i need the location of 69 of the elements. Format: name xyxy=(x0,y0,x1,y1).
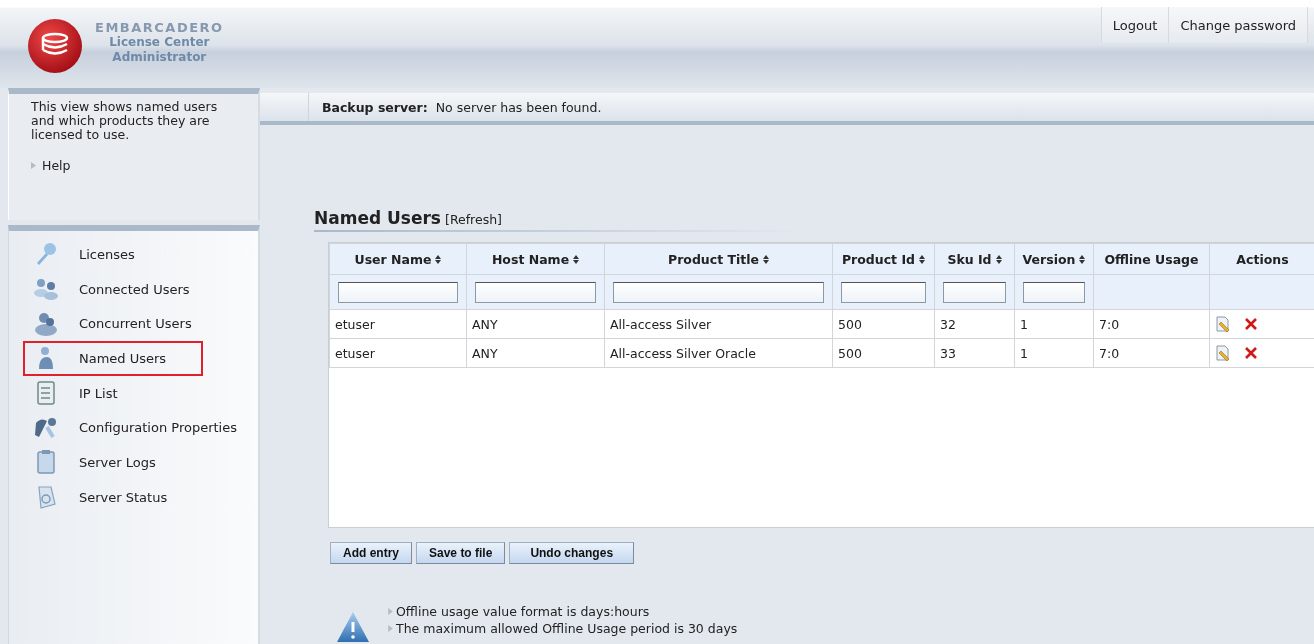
help-link[interactable]: Help xyxy=(42,158,71,173)
backup-label: Backup server: xyxy=(322,99,428,115)
nav-item[interactable]: Server Logs xyxy=(23,445,203,480)
table-cell: etuser xyxy=(329,309,467,339)
note-text: Offline usage value format is days:hours xyxy=(396,604,650,619)
sort-icon xyxy=(1079,254,1086,264)
table-cell: All-access Silver xyxy=(604,309,833,339)
sort-icon xyxy=(995,254,1002,264)
bullet-icon xyxy=(388,608,393,615)
product-name: Administrator xyxy=(112,49,207,65)
table-cell: 7:0 xyxy=(1093,338,1210,368)
sortable-column-header[interactable]: Product Id xyxy=(832,243,935,275)
table-cell: 500 xyxy=(832,338,935,368)
sort-icon xyxy=(573,254,580,264)
sortable-column-header[interactable]: Product Title xyxy=(604,243,833,275)
section-title: Named Users xyxy=(314,208,441,228)
filter-field[interactable] xyxy=(1023,281,1085,303)
table-cell: 1 xyxy=(1014,309,1094,339)
action-button[interactable]: Undo changes xyxy=(509,542,635,564)
sort-icon xyxy=(435,254,442,264)
nav-item[interactable]: IP List xyxy=(23,375,203,411)
sortable-column-header[interactable]: Host Name xyxy=(466,243,605,275)
table-cell: 1 xyxy=(1014,338,1094,368)
note-text: The maximum allowed Offline Usage period is 30 days xyxy=(396,621,738,636)
filter-field[interactable] xyxy=(338,281,458,303)
table-cell: 7:0 xyxy=(1093,309,1210,339)
sortable-column-header[interactable]: Version xyxy=(1014,243,1094,275)
refresh-link[interactable]: [Refresh] xyxy=(445,212,502,227)
nav-item[interactable]: Server Status xyxy=(23,479,203,515)
warning-icon xyxy=(336,610,370,644)
filter-field[interactable] xyxy=(613,281,824,303)
filter-field[interactable] xyxy=(475,281,596,303)
header-link[interactable]: Change password xyxy=(1168,7,1308,43)
column-header: Actions xyxy=(1209,243,1314,275)
sortable-column-header[interactable]: Sku Id xyxy=(934,243,1015,275)
nav-item[interactable]: Licenses xyxy=(23,237,203,272)
delete-icon[interactable] xyxy=(1245,318,1257,330)
nav-item[interactable]: Concurrent Users xyxy=(23,306,203,342)
table-cell: 500 xyxy=(832,309,935,339)
nav-item[interactable]: Named Users xyxy=(23,341,203,376)
filter-field[interactable] xyxy=(943,281,1006,303)
action-button[interactable]: Add entry xyxy=(330,542,412,564)
table-cell: etuser xyxy=(329,338,467,368)
nav-item[interactable]: Configuration Properties xyxy=(23,410,247,446)
view-description: This view shows named users and which products they are licensed to use. xyxy=(31,100,219,142)
sort-icon xyxy=(919,254,926,264)
nav-item[interactable]: Connected Users xyxy=(23,271,203,307)
column-header: Offline Usage xyxy=(1093,243,1210,275)
table-cell: All-access Silver Oracle xyxy=(604,338,833,368)
sort-icon xyxy=(763,254,769,264)
table-cell: ANY xyxy=(466,338,605,368)
bullet-icon xyxy=(388,625,393,632)
users-icon xyxy=(33,310,59,337)
backup-status: No server has been found. xyxy=(435,99,602,115)
edit-icon[interactable] xyxy=(1215,345,1231,361)
logo-icon xyxy=(27,18,83,74)
delete-icon[interactable] xyxy=(1245,347,1257,359)
product-name: License Center xyxy=(109,34,210,50)
edit-icon[interactable] xyxy=(1215,316,1231,332)
filter-field[interactable] xyxy=(841,281,926,303)
table-cell: 33 xyxy=(934,338,1015,368)
sortable-column-header[interactable]: User Name xyxy=(329,243,467,275)
table-cell: 32 xyxy=(934,309,1015,339)
brand-name: EMBARCADERO xyxy=(95,19,224,35)
table-cell: ANY xyxy=(466,309,605,339)
bullet-icon xyxy=(31,162,36,169)
header-link[interactable]: Logout xyxy=(1100,7,1169,43)
users-icon xyxy=(33,276,59,303)
action-button[interactable]: Save to file xyxy=(416,542,506,564)
